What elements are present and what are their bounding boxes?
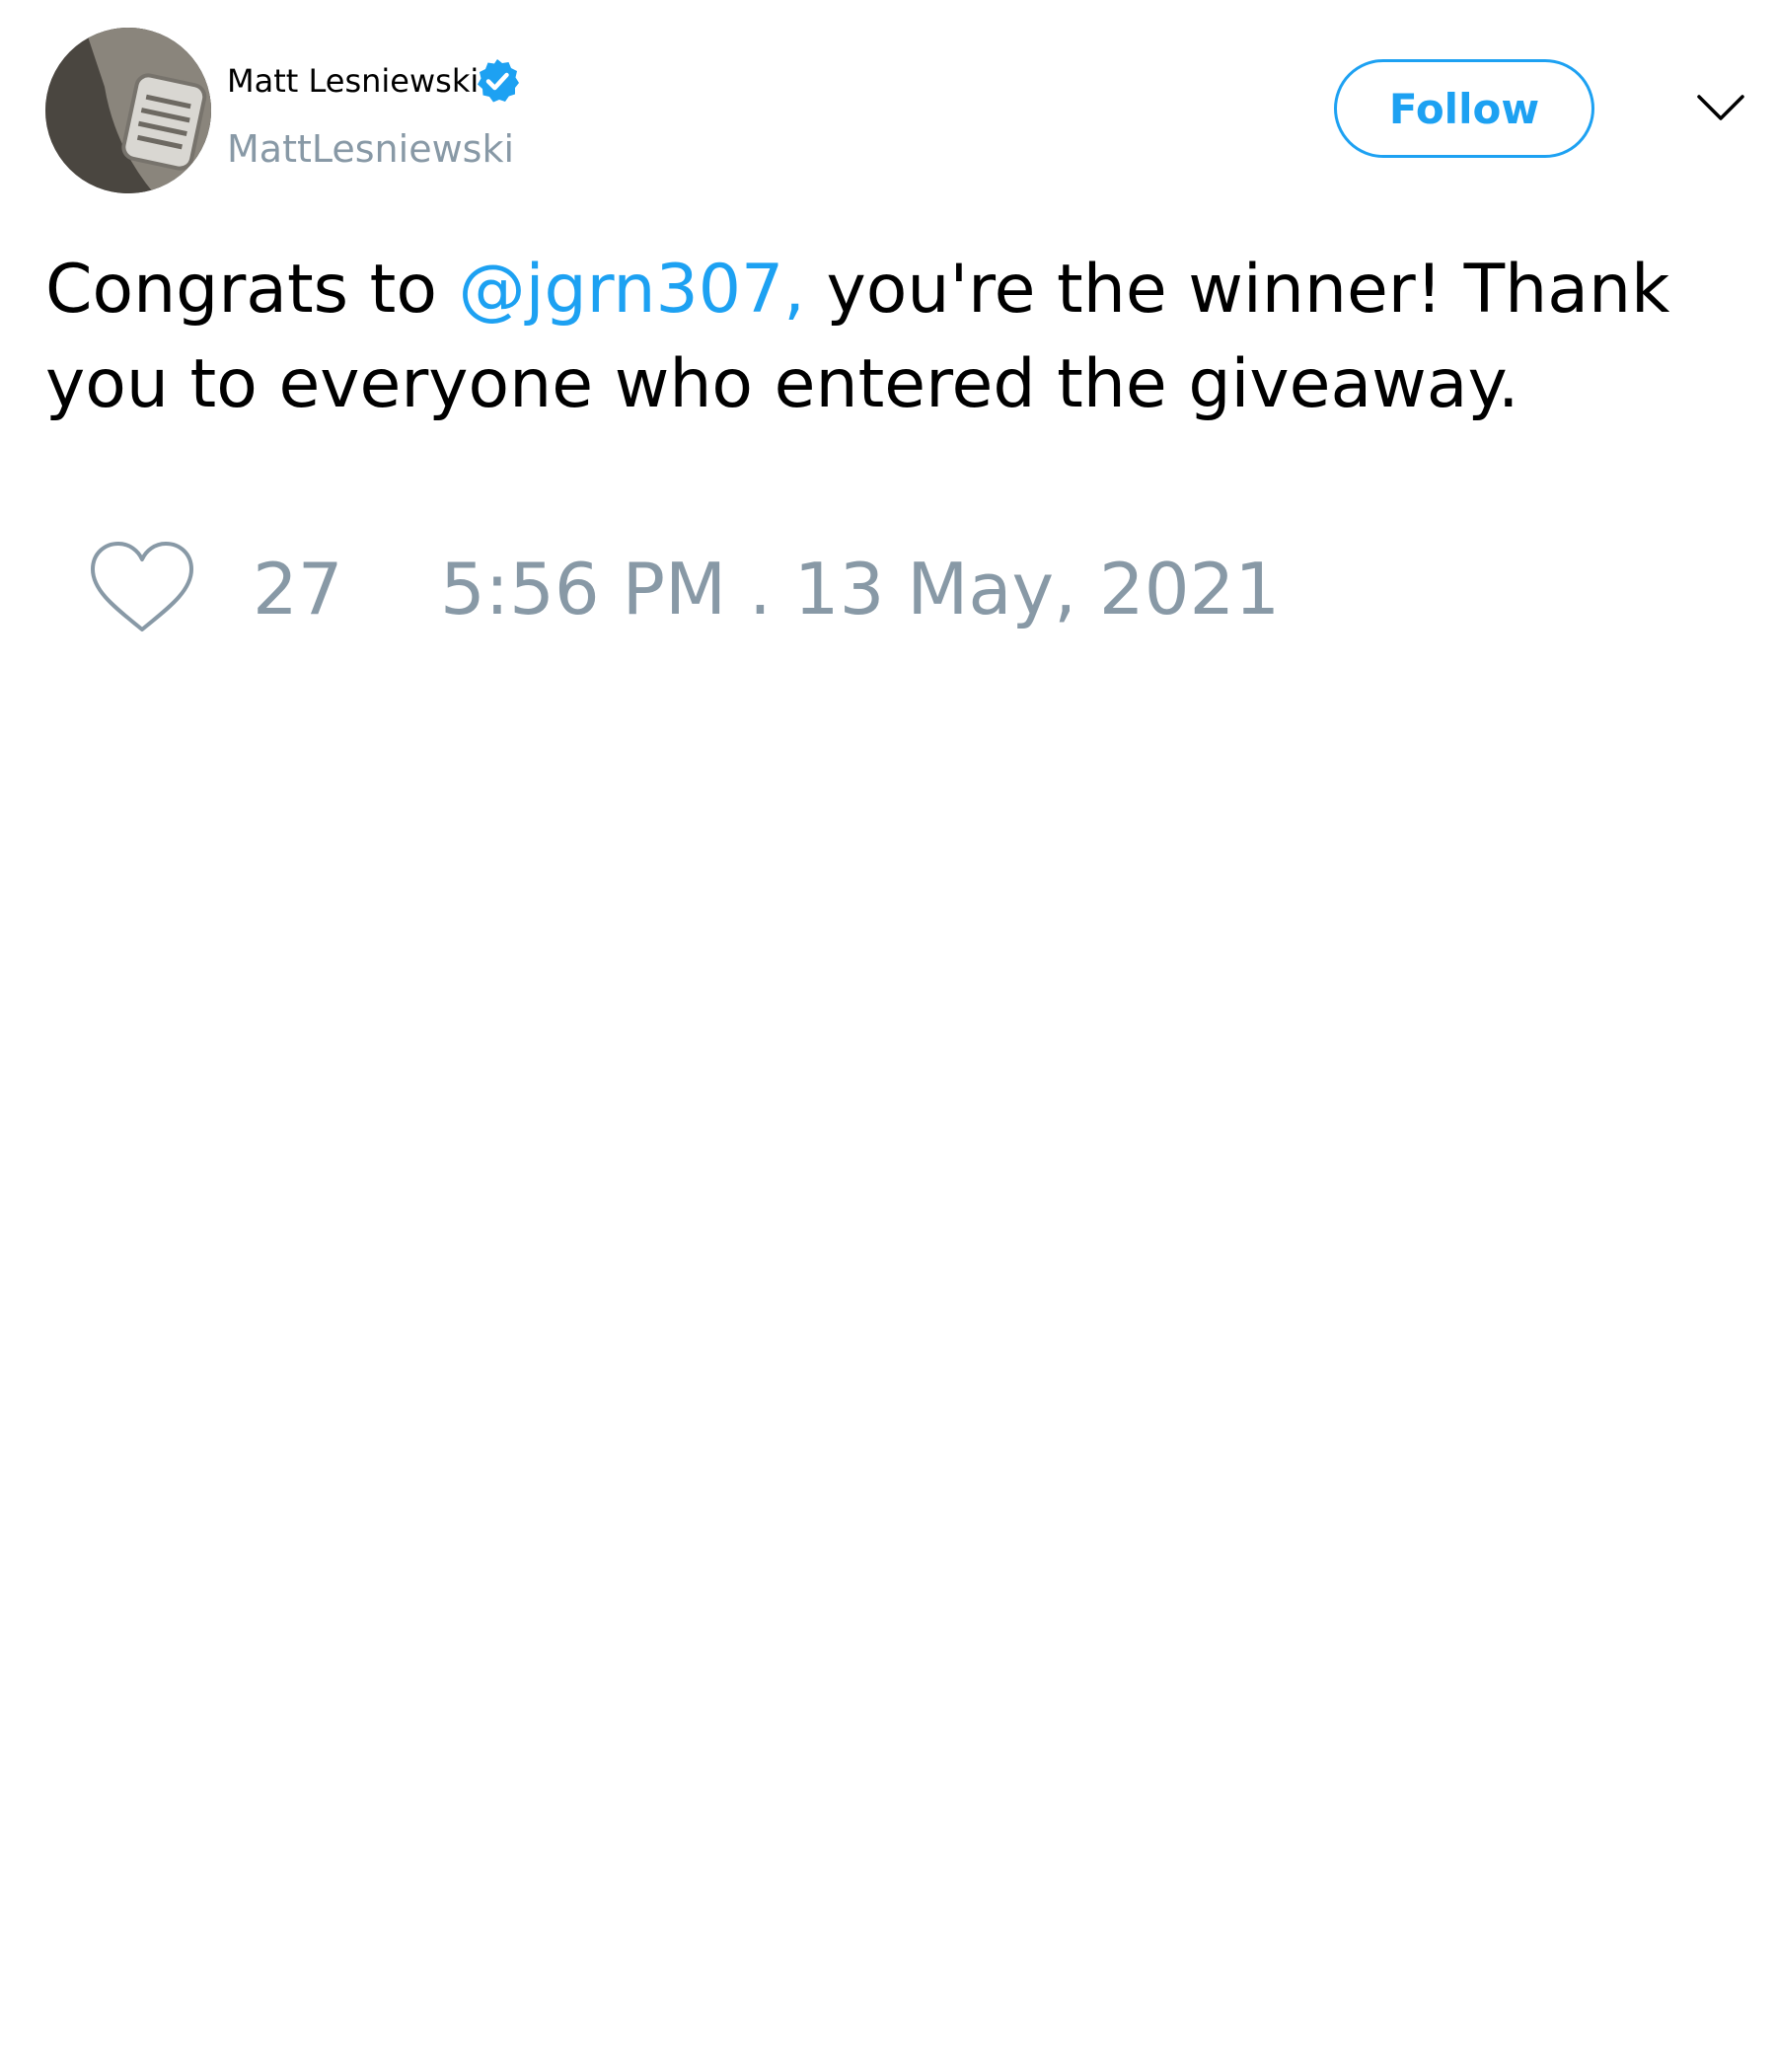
avatar[interactable]	[45, 28, 211, 193]
timestamp[interactable]: 5:56 PM . 13 May, 2021	[440, 547, 1280, 631]
author-name[interactable]: Matt Lesniewski	[227, 61, 479, 101]
heart-icon[interactable]	[89, 541, 195, 635]
follow-button[interactable]: Follow	[1334, 59, 1594, 158]
tweet-text-start: Congrats to	[45, 251, 459, 329]
tweet-text: Congrats to @jgrn307, you're the winner!…	[45, 243, 1723, 432]
mention-link[interactable]: @jgrn307,	[459, 251, 805, 329]
author-handle[interactable]: MattLesniewski	[227, 126, 514, 172]
avatar-image	[45, 28, 211, 193]
like-count: 27	[253, 548, 343, 630]
tweet-card: Matt Lesniewski MattLesniewski Follow Co…	[0, 0, 1776, 2072]
verified-badge-icon	[478, 59, 519, 103]
chevron-down-icon[interactable]	[1695, 91, 1746, 126]
